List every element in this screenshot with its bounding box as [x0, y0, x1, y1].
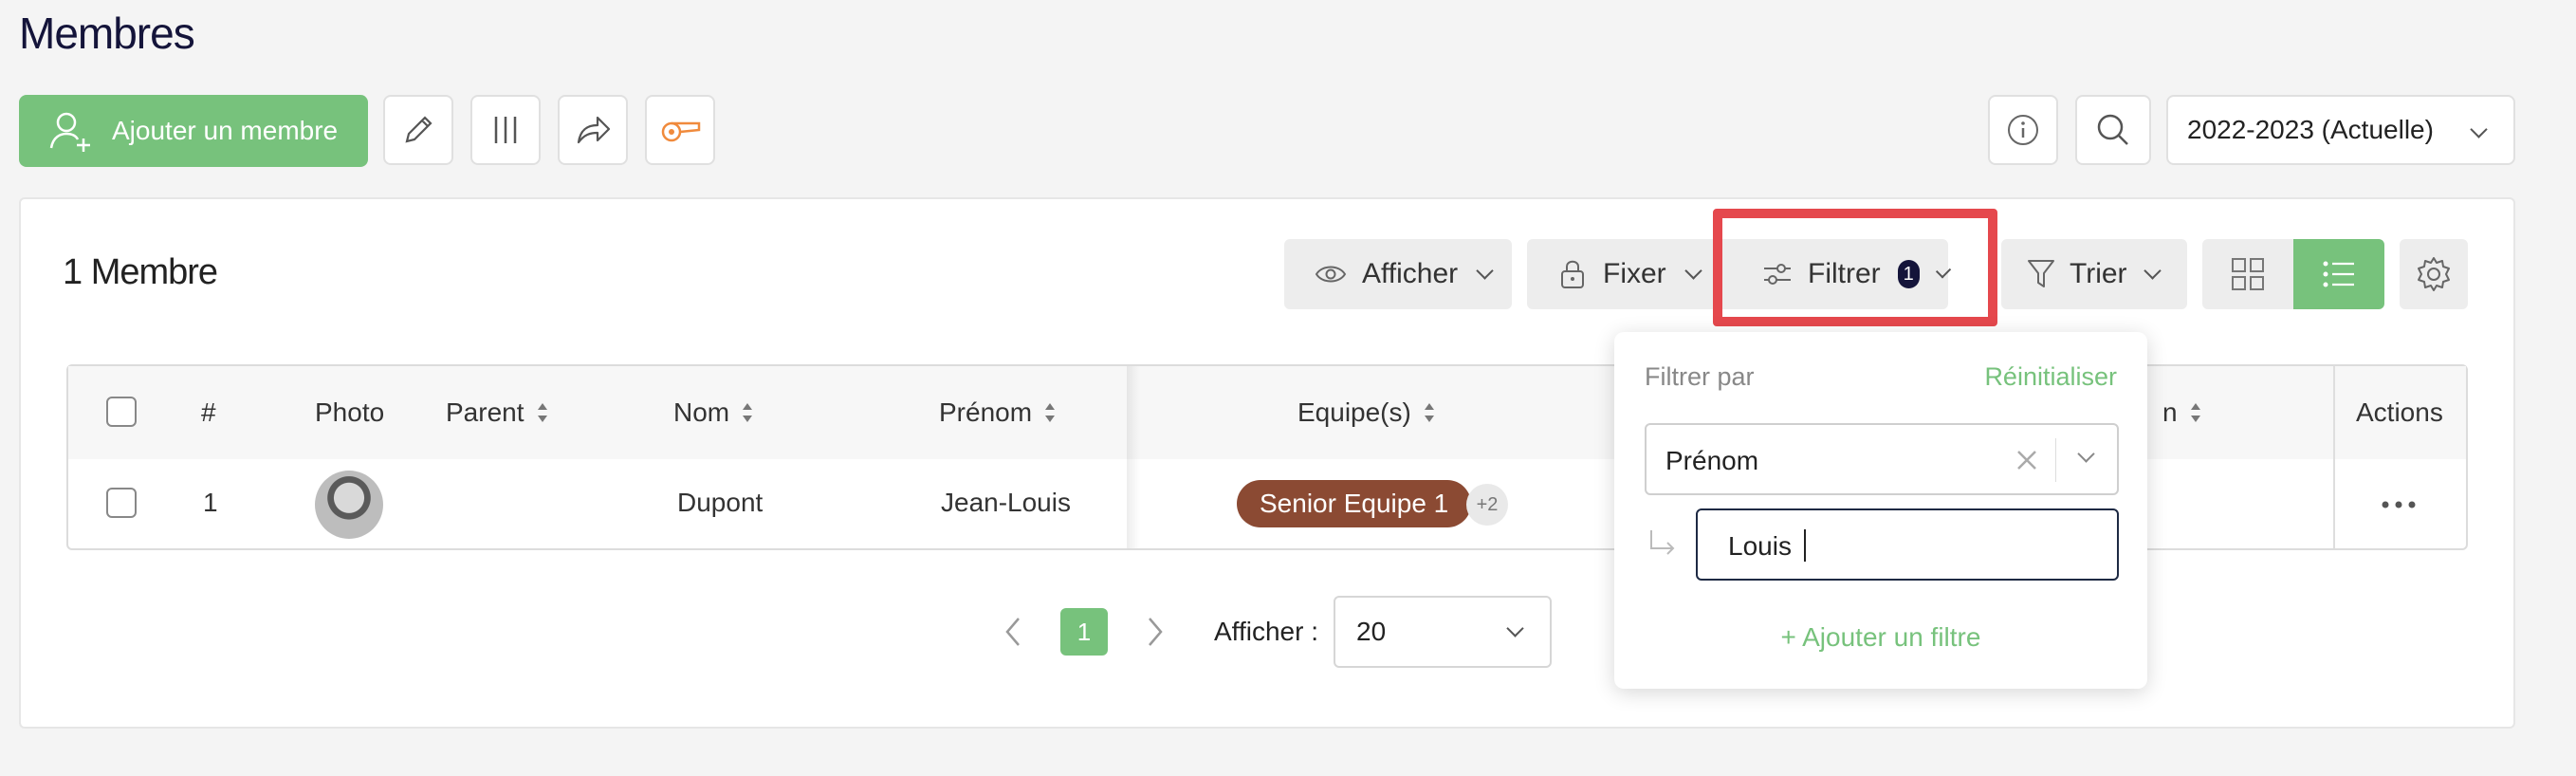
filter-by-label: Filtrer par [1645, 362, 1755, 391]
team-badge[interactable]: Senior Equipe 1 [1237, 480, 1472, 527]
show-label: Afficher [1362, 258, 1459, 289]
chevron-left-icon [1003, 616, 1022, 648]
sort-arrows-icon [537, 403, 547, 422]
filter-field-select[interactable]: Prénom [1645, 423, 2119, 495]
column-header-partial-label: n [2162, 397, 2178, 427]
info-icon [2006, 113, 2040, 147]
columns-icon [487, 111, 524, 149]
clear-icon[interactable] [2015, 448, 2039, 472]
column-header-teams-label: Equipe(s) [1297, 397, 1411, 427]
eye-icon [1315, 263, 1347, 286]
whistle-icon [657, 113, 703, 147]
sort-arrows-icon [1045, 403, 1056, 422]
add-filter-link[interactable]: + Ajouter un filtre [1614, 622, 2147, 653]
column-header-nom[interactable]: Nom [673, 395, 753, 431]
add-member-label: Ajouter un membre [112, 116, 339, 145]
share-arrow-icon [573, 110, 613, 150]
more-dots-icon [2381, 500, 2417, 509]
add-user-icon [47, 108, 93, 154]
chevron-down-icon [2143, 261, 2162, 280]
column-header-photo: Photo [315, 397, 385, 427]
select-divider [2055, 438, 2056, 482]
columns-button[interactable] [470, 95, 541, 165]
search-button[interactable] [2075, 95, 2151, 165]
settings-button[interactable] [2400, 239, 2468, 309]
column-header-parent[interactable]: Parent [446, 395, 547, 431]
sort-button[interactable]: Trier [2001, 239, 2187, 309]
row-prenom: Jean-Louis [941, 488, 1071, 517]
sort-arrows-icon [2190, 403, 2200, 422]
per-page-value: 20 [1356, 617, 1387, 646]
chevron-down-icon [1476, 261, 1494, 280]
row-index: 1 [203, 488, 218, 517]
filter-value-input[interactable]: Louis [1696, 508, 2119, 581]
chevron-down-icon [1684, 261, 1702, 280]
chevron-down-icon [1506, 619, 1524, 637]
sort-arrows-icon [1424, 403, 1434, 422]
add-member-button[interactable]: Ajouter un membre [19, 95, 368, 167]
whistle-button[interactable] [645, 95, 715, 165]
fix-label: Fixer [1603, 258, 1666, 289]
filter-field-value: Prénom [1665, 446, 1759, 475]
gear-icon [2415, 255, 2453, 293]
funnel-icon [2026, 257, 2056, 291]
filter-highlight-box [1713, 209, 1997, 326]
filter-value-text: Louis [1728, 531, 1792, 561]
sort-arrows-icon [743, 403, 753, 422]
grid-view-button[interactable] [2202, 239, 2293, 309]
season-select[interactable]: 2022-2023 (Actuelle) [2166, 95, 2515, 165]
reset-filters-link[interactable]: Réinitialiser [1984, 362, 2117, 392]
more-teams-badge[interactable]: +2 [1466, 484, 1508, 526]
column-header-nom-label: Nom [673, 397, 730, 427]
filter-dropdown: Filtrer par Réinitialiser Prénom Louis +… [1614, 332, 2147, 689]
per-page-select[interactable]: 20 [1334, 596, 1552, 668]
column-header-prenom[interactable]: Prénom [939, 395, 1056, 431]
column-header-parent-label: Parent [446, 397, 524, 427]
column-header-actions: Actions [2356, 397, 2443, 427]
row-actions-menu[interactable] [2381, 486, 2438, 524]
member-count: 1 Membre [63, 252, 218, 292]
search-icon [2094, 111, 2132, 149]
edit-button[interactable] [383, 95, 453, 165]
prev-page-button[interactable] [994, 607, 1032, 656]
show-button[interactable]: Afficher [1284, 239, 1512, 309]
list-view-button[interactable] [2293, 239, 2384, 309]
chevron-right-icon [1146, 616, 1165, 648]
column-header-index: # [201, 397, 216, 427]
row-nom: Dupont [677, 488, 764, 517]
page-1-button[interactable]: 1 [1060, 608, 1108, 656]
text-cursor [1804, 529, 1806, 562]
chevron-down-icon [2077, 445, 2095, 463]
grid-icon [2231, 257, 2265, 291]
list-icon [2322, 260, 2356, 288]
sort-label: Trier [2070, 258, 2127, 289]
column-header-partial[interactable]: n [2162, 395, 2200, 431]
avatar[interactable] [315, 471, 383, 539]
info-button[interactable] [1988, 95, 2058, 165]
per-page-label: Afficher : [1214, 617, 1318, 646]
share-button[interactable] [558, 95, 628, 165]
page-title: Membres [19, 9, 195, 58]
lock-icon [1559, 258, 1586, 290]
season-select-value: 2022-2023 (Actuelle) [2187, 115, 2434, 144]
chevron-down-icon [2470, 120, 2488, 139]
sub-filter-arrow-icon [1647, 527, 1679, 560]
row-checkbox[interactable] [106, 488, 137, 518]
column-header-prenom-label: Prénom [939, 397, 1033, 427]
pencil-icon [399, 111, 437, 149]
select-all-checkbox[interactable] [106, 397, 137, 427]
column-header-teams[interactable]: Equipe(s) [1297, 395, 1434, 431]
next-page-button[interactable] [1136, 607, 1174, 656]
